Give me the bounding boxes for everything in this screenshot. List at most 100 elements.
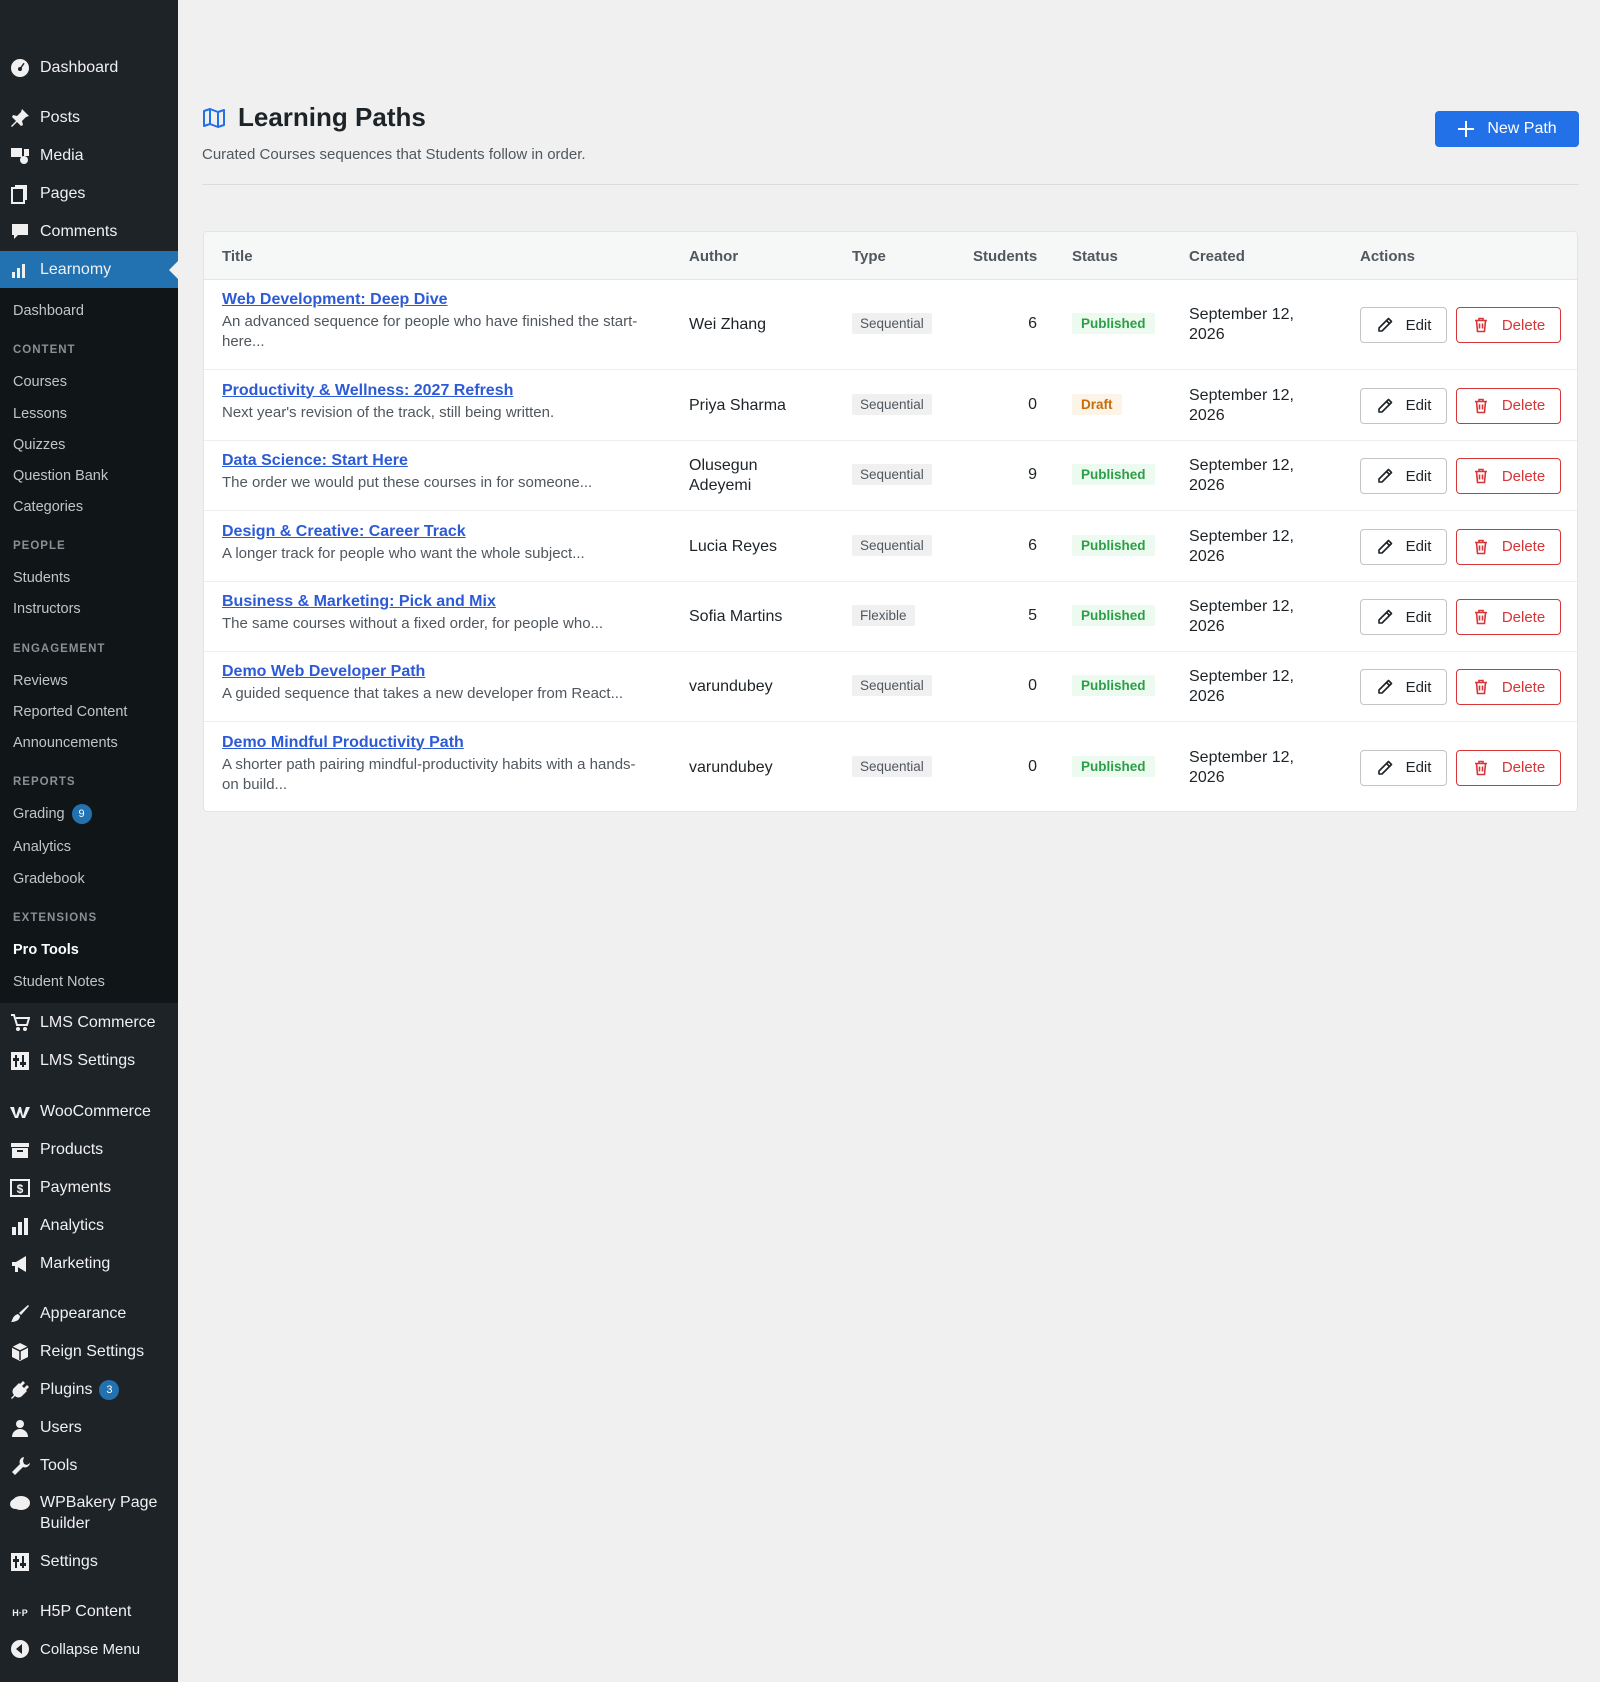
delete-button[interactable]: Delete bbox=[1456, 528, 1561, 565]
path-title-cell: Data Science: Start Here The order we wou… bbox=[222, 452, 662, 493]
menu-analytics[interactable]: Analytics bbox=[0, 1214, 178, 1238]
menu-dashboard[interactable]: Dashboard bbox=[0, 56, 178, 80]
menu-comments[interactable]: Comments bbox=[0, 220, 178, 244]
submenu-quizzes[interactable]: Quizzes bbox=[13, 437, 65, 453]
path-status-cell: Published bbox=[1072, 464, 1155, 485]
column-header-status[interactable]: Status bbox=[1072, 248, 1118, 265]
menu-marketing[interactable]: Marketing bbox=[0, 1252, 178, 1276]
submenu-instructors[interactable]: Instructors bbox=[13, 601, 81, 617]
path-created-date: September 12, 2026 bbox=[1189, 306, 1294, 343]
settings-sliders-icon bbox=[10, 1051, 30, 1071]
menu-media[interactable]: Media bbox=[0, 144, 178, 168]
trash-icon bbox=[1472, 678, 1502, 696]
menu-products[interactable]: Products bbox=[0, 1138, 178, 1162]
delete-button-label: Delete bbox=[1501, 538, 1546, 555]
collapse-menu-button[interactable]: Collapse Menu bbox=[0, 1637, 178, 1661]
submenu-lessons[interactable]: Lessons bbox=[13, 406, 67, 422]
edit-button[interactable]: Edit bbox=[1360, 387, 1447, 424]
path-type-badge: Sequential bbox=[852, 393, 932, 415]
path-title-link[interactable]: Demo Mindful Productivity Path bbox=[222, 734, 662, 752]
edit-button[interactable]: Edit bbox=[1360, 669, 1447, 705]
bar-chart-icon bbox=[10, 1216, 30, 1236]
menu-tools[interactable]: Tools bbox=[0, 1454, 178, 1478]
edit-button-label: Edit bbox=[1405, 397, 1432, 414]
menu-learnomy[interactable]: Learnomy bbox=[0, 251, 178, 288]
path-title-link[interactable]: Business & Marketing: Pick and Mix bbox=[222, 593, 662, 611]
menu-settings[interactable]: Settings bbox=[0, 1550, 178, 1574]
menu-woocommerce[interactable]: WooCommerce bbox=[0, 1100, 178, 1124]
path-description: An advanced sequence for people who have… bbox=[222, 313, 638, 350]
path-author: Lucia Reyes bbox=[689, 537, 778, 555]
path-title-link[interactable]: Data Science: Start Here bbox=[222, 452, 662, 470]
delete-button[interactable]: Delete bbox=[1456, 669, 1561, 705]
edit-button[interactable]: Edit bbox=[1360, 749, 1447, 786]
menu-pages[interactable]: Pages bbox=[0, 182, 178, 206]
submenu-categories[interactable]: Categories bbox=[13, 499, 83, 515]
menu-wpbakery[interactable]: WPBakery Page Builder bbox=[0, 1492, 178, 1536]
megaphone-icon bbox=[10, 1254, 30, 1274]
menu-lms-settings[interactable]: LMS Settings bbox=[0, 1049, 178, 1073]
column-header-students[interactable]: Students bbox=[973, 248, 1037, 265]
delete-button[interactable]: Delete bbox=[1456, 387, 1561, 424]
submenu-dashboard[interactable]: Dashboard bbox=[13, 303, 84, 319]
new-path-button[interactable]: New Path bbox=[1435, 111, 1579, 147]
path-title-link[interactable]: Productivity & Wellness: 2027 Refresh bbox=[222, 382, 662, 400]
menu-users-label: Users bbox=[40, 1419, 82, 1436]
path-type-badge: Sequential bbox=[852, 755, 932, 777]
edit-button[interactable]: Edit bbox=[1360, 528, 1447, 565]
delete-button[interactable]: Delete bbox=[1456, 307, 1561, 343]
delete-button-label: Delete bbox=[1501, 608, 1546, 626]
edit-button[interactable]: Edit bbox=[1360, 307, 1447, 343]
path-description: The order we would put these courses in … bbox=[222, 474, 593, 491]
path-author: Olusegun Adeyemi bbox=[689, 457, 758, 494]
trash-icon bbox=[1472, 467, 1502, 485]
path-author: Wei Zhang bbox=[689, 316, 767, 333]
submenu-student-notes[interactable]: Student Notes bbox=[13, 974, 105, 990]
path-student-count: 0 bbox=[1028, 677, 1037, 694]
menu-settings-label: Settings bbox=[40, 1553, 98, 1570]
submenu-analytics[interactable]: Analytics bbox=[13, 839, 71, 855]
menu-appearance[interactable]: Appearance bbox=[0, 1302, 178, 1326]
menu-payments[interactable]: $ Payments bbox=[0, 1176, 178, 1200]
submenu-announcements[interactable]: Announcements bbox=[13, 735, 118, 751]
path-title-link[interactable]: Web Development: Deep Dive bbox=[222, 291, 662, 309]
media-icon bbox=[10, 146, 30, 166]
path-title-cell: Business & Marketing: Pick and Mix The sa… bbox=[222, 593, 662, 634]
submenu-reviews[interactable]: Reviews bbox=[13, 673, 68, 689]
column-header-title[interactable]: Title bbox=[222, 248, 253, 265]
path-type-badge: Flexible bbox=[852, 605, 915, 626]
path-type-cell: Sequential bbox=[852, 534, 932, 556]
edit-button[interactable]: Edit bbox=[1360, 599, 1447, 635]
path-type-cell: Sequential bbox=[852, 675, 932, 696]
path-status-cell: Published bbox=[1072, 605, 1155, 626]
path-title-link[interactable]: Design & Creative: Career Track bbox=[222, 523, 662, 541]
submenu-reported-content[interactable]: Reported Content bbox=[13, 704, 127, 720]
path-created-date: September 12, 2026 bbox=[1189, 527, 1294, 565]
menu-plugins[interactable]: Plugins 3 bbox=[0, 1378, 178, 1402]
delete-button[interactable]: Delete bbox=[1456, 749, 1561, 786]
column-header-author[interactable]: Author bbox=[689, 248, 738, 265]
submenu-gradebook[interactable]: Gradebook bbox=[13, 871, 85, 887]
trash-icon bbox=[1472, 538, 1502, 556]
submenu-students[interactable]: Students bbox=[13, 570, 70, 586]
path-title-link[interactable]: Demo Web Developer Path bbox=[222, 663, 662, 681]
column-header-created[interactable]: Created bbox=[1189, 248, 1245, 265]
trash-icon bbox=[1472, 608, 1502, 626]
pencil-icon bbox=[1376, 678, 1406, 696]
column-header-type[interactable]: Type bbox=[852, 248, 886, 265]
menu-h5p[interactable]: H·P H5P Content bbox=[0, 1600, 178, 1624]
edit-button-label: Edit bbox=[1405, 759, 1432, 776]
menu-posts[interactable]: Posts bbox=[0, 106, 178, 130]
archive-icon bbox=[10, 1140, 30, 1160]
submenu-question-bank[interactable]: Question Bank bbox=[13, 468, 108, 484]
menu-users[interactable]: Users bbox=[0, 1416, 178, 1440]
edit-button[interactable]: Edit bbox=[1360, 458, 1447, 494]
learnomy-submenu: Dashboard CONTENT Courses Lessons Quizze… bbox=[0, 288, 178, 1003]
submenu-grading[interactable]: Grading 9 bbox=[13, 804, 92, 824]
submenu-courses[interactable]: Courses bbox=[13, 374, 67, 390]
menu-lms-commerce[interactable]: LMS Commerce bbox=[0, 1011, 178, 1035]
menu-reign-settings[interactable]: Reign Settings bbox=[0, 1340, 178, 1364]
delete-button[interactable]: Delete bbox=[1456, 599, 1561, 635]
submenu-pro-tools[interactable]: Pro Tools bbox=[13, 942, 79, 958]
delete-button[interactable]: Delete bbox=[1456, 458, 1561, 494]
